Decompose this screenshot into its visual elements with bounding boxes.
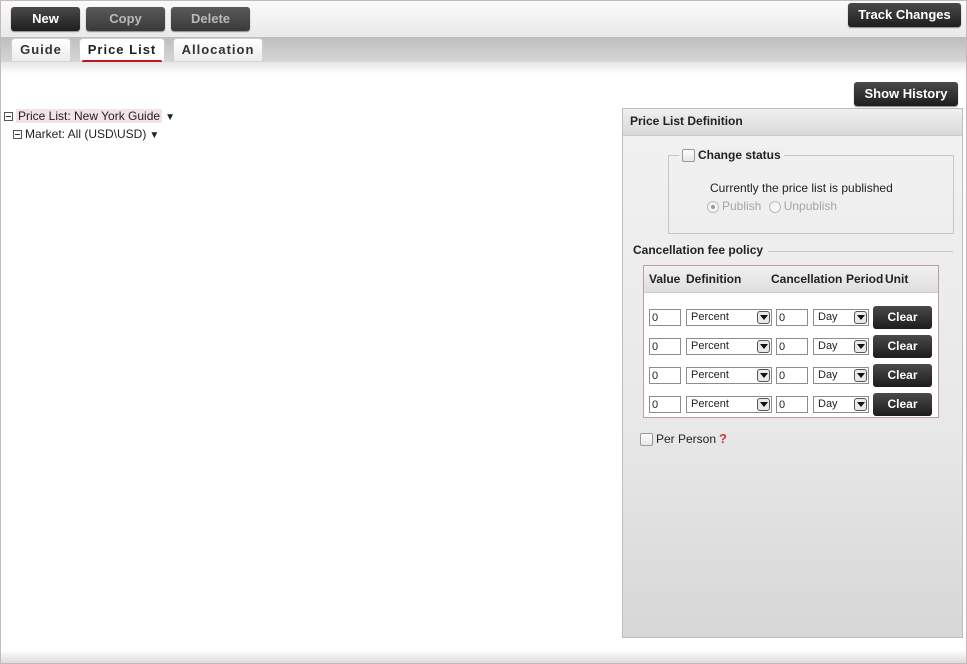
tree-node-label[interactable]: Price List: New York Guide xyxy=(16,109,163,123)
period-input[interactable]: 0 xyxy=(776,396,808,413)
chevron-down-icon[interactable] xyxy=(757,340,770,353)
definition-value: Percent xyxy=(691,311,729,323)
minus-box-icon[interactable] xyxy=(13,130,22,140)
change-status-fieldset: Change status Currently the price list i… xyxy=(668,148,954,234)
tree-node-price-list[interactable]: Price List: New York Guide ▼ xyxy=(4,108,175,124)
period-input[interactable]: 0 xyxy=(776,367,808,384)
caret-down-icon[interactable]: ▼ xyxy=(149,130,159,141)
clear-button[interactable]: Clear xyxy=(873,364,932,387)
tree-node-market[interactable]: Market: All (USD\USD) ▼ xyxy=(13,126,159,142)
show-history-button[interactable]: Show History xyxy=(854,82,958,106)
table-row: 0 Percent 0 Day Clear xyxy=(644,364,938,394)
panel-title: Price List Definition xyxy=(623,109,962,136)
header-period: Period xyxy=(846,272,884,286)
clear-button[interactable]: Clear xyxy=(873,335,932,358)
chevron-down-icon[interactable] xyxy=(854,369,867,382)
chevron-down-icon[interactable] xyxy=(854,398,867,411)
header-definition: Definition xyxy=(686,272,742,286)
value-input[interactable]: 0 xyxy=(649,338,681,355)
chevron-down-icon[interactable] xyxy=(854,311,867,324)
per-person-label: Per Person xyxy=(656,432,717,446)
table-row: 0 Percent 0 Day Clear xyxy=(644,393,938,423)
cancellation-grid: Value Definition Cancellation Period Uni… xyxy=(643,265,939,418)
unit-select[interactable]: Day xyxy=(813,367,869,384)
unpublish-label: Unpublish xyxy=(783,199,838,213)
clear-button[interactable]: Clear xyxy=(873,306,932,329)
period-input[interactable]: 0 xyxy=(776,338,808,355)
period-input[interactable]: 0 xyxy=(776,309,808,326)
definition-value: Percent xyxy=(691,369,729,381)
unit-value: Day xyxy=(818,369,838,381)
value-input[interactable]: 0 xyxy=(649,396,681,413)
grid-header: Value Definition Cancellation Period Uni… xyxy=(644,266,938,293)
question-mark-icon[interactable]: ? xyxy=(719,431,727,446)
definition-select[interactable]: Percent xyxy=(686,367,772,384)
header-shadow xyxy=(1,62,966,74)
top-toolbar: New Copy Delete Track Changes xyxy=(1,1,966,37)
unit-value: Day xyxy=(818,340,838,352)
definition-select[interactable]: Percent xyxy=(686,338,772,355)
track-changes-button[interactable]: Track Changes xyxy=(848,3,961,27)
unit-value: Day xyxy=(818,311,838,323)
divider xyxy=(768,251,953,252)
chevron-down-icon[interactable] xyxy=(757,369,770,382)
table-row: 0 Percent 0 Day Clear xyxy=(644,306,938,336)
tab-allocation[interactable]: Allocation xyxy=(173,38,263,61)
chevron-down-icon[interactable] xyxy=(854,340,867,353)
tab-label: Price List xyxy=(87,42,157,57)
tab-price-list[interactable]: Price List xyxy=(79,38,165,63)
definition-select[interactable]: Percent xyxy=(686,396,772,413)
change-status-label: Change status xyxy=(698,148,781,162)
footer-band xyxy=(1,650,966,663)
chevron-down-icon[interactable] xyxy=(757,311,770,324)
delete-button[interactable]: Delete xyxy=(171,7,250,31)
unpublish-radio[interactable] xyxy=(768,200,781,213)
status-text: Currently the price list is published xyxy=(710,181,893,195)
definition-value: Percent xyxy=(691,340,729,352)
per-person-checkbox[interactable] xyxy=(640,433,653,447)
header-value: Value xyxy=(649,272,681,286)
minus-box-icon[interactable] xyxy=(4,112,13,122)
definition-value: Percent xyxy=(691,398,729,410)
copy-button[interactable]: Copy xyxy=(86,7,165,31)
value-input[interactable]: 0 xyxy=(649,309,681,326)
per-person-option[interactable]: Per Person? xyxy=(640,431,727,447)
header-unit: Unit xyxy=(885,272,909,286)
unit-value: Day xyxy=(818,398,838,410)
chevron-down-icon[interactable] xyxy=(757,398,770,411)
price-list-definition-panel: Price List Definition Change status Curr… xyxy=(622,108,963,638)
tab-guide[interactable]: Guide xyxy=(11,38,71,61)
unit-select[interactable]: Day xyxy=(813,309,869,326)
unit-select[interactable]: Day xyxy=(813,396,869,413)
new-button[interactable]: New xyxy=(11,7,80,31)
publish-label: Publish xyxy=(722,199,762,213)
tree-node-label[interactable]: Market: All (USD\USD) xyxy=(25,127,146,141)
publish-radio-group: Publish Unpublish xyxy=(707,199,837,213)
change-status-checkbox[interactable] xyxy=(682,149,695,163)
change-status-legend[interactable]: Change status xyxy=(679,148,784,163)
clear-button[interactable]: Clear xyxy=(873,393,932,416)
cancellation-fee-title: Cancellation fee policy xyxy=(633,243,764,257)
table-row: 0 Percent 0 Day Clear xyxy=(644,335,938,365)
publish-radio[interactable] xyxy=(707,200,719,213)
value-input[interactable]: 0 xyxy=(649,367,681,384)
definition-select[interactable]: Percent xyxy=(686,309,772,326)
caret-down-icon[interactable]: ▼ xyxy=(165,112,175,123)
tab-bar: Guide Price List Allocation xyxy=(1,37,966,63)
header-cancellation: Cancellation xyxy=(771,272,843,286)
unit-select[interactable]: Day xyxy=(813,338,869,355)
